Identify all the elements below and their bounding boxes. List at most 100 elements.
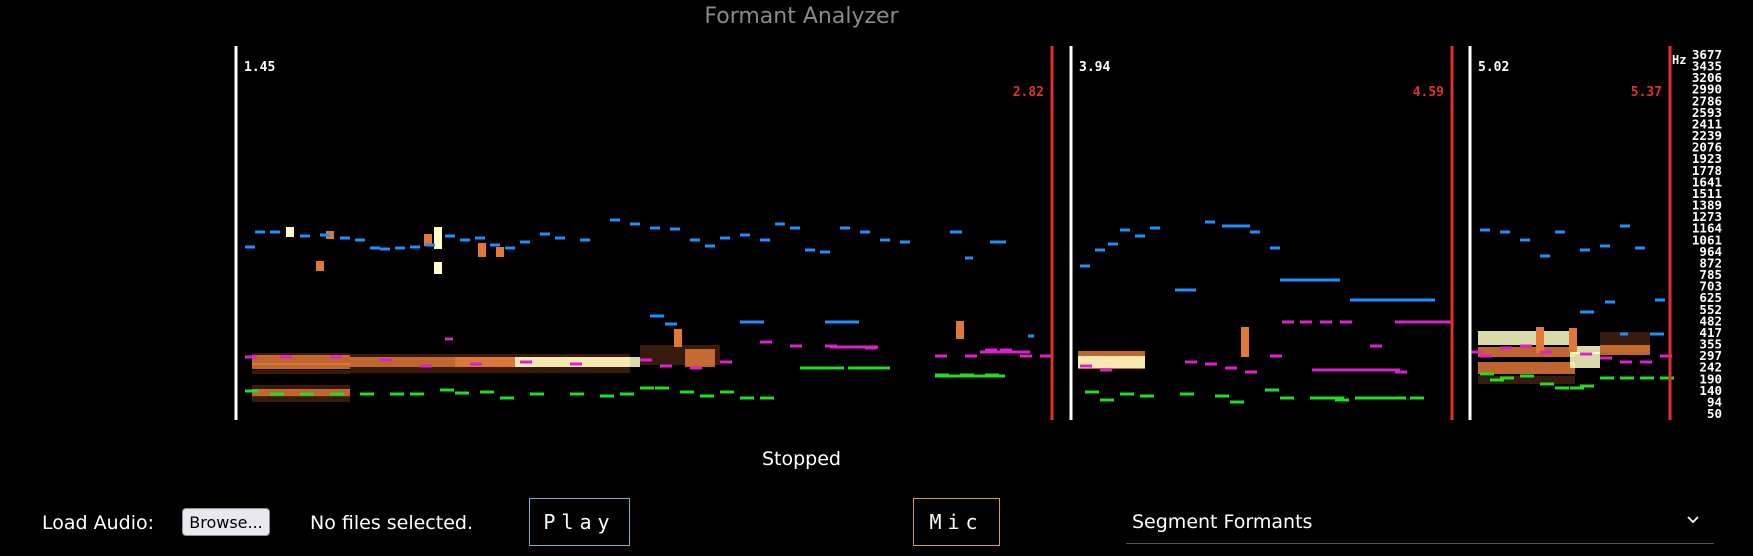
formant-f1-point [1230,400,1244,404]
formant-f3-point [1650,332,1664,336]
energy-column [674,329,682,347]
formant-f2-point [1600,356,1612,360]
formant-f2-point [1640,360,1652,364]
formant-f1-point [720,390,734,394]
formant-f1-point [1410,396,1424,400]
formant-f2-point [1185,360,1197,364]
formant-f3-point [1620,332,1628,336]
formant-f3-point [255,230,265,234]
formant-f2-point [1470,350,1482,354]
formant-f2-point [965,354,977,358]
formant-f3-point [1425,298,1435,302]
formant-f3-point [1520,238,1530,242]
formant-f3-point [1178,288,1196,292]
formant-f1-point [1140,394,1154,398]
formant-f3-point [690,238,700,242]
formant-f1-point [740,396,754,400]
formant-f1-point [1085,390,1099,394]
formant-f3-point [355,238,365,242]
formant-f1-point [1620,376,1634,380]
formant-f2-point [1500,346,1512,350]
formant-f3-point [630,222,640,226]
formant-f3-point [1605,300,1615,304]
formant-f2-point [1225,366,1237,370]
formant-f1-point [1640,376,1654,380]
mic-button[interactable]: Mic [913,498,1000,546]
energy-column [478,243,486,257]
formant-f1-point [1215,394,1229,398]
formant-f2-point [1270,354,1282,358]
formant-f2-point [1100,368,1112,372]
formant-f3-point [490,243,500,247]
formant-f3-point [950,230,962,234]
formant-f2-point [1540,350,1552,354]
formant-f1-point [760,396,774,400]
segment-end-label: 4.59 [1413,85,1444,100]
formant-f1-point [620,392,634,396]
formant-f1-point [245,389,259,393]
formant-f3-point [1150,226,1160,230]
formant-f2-point [660,364,672,368]
formant-f3-point [1135,234,1145,238]
file-status-text: No files selected. [310,512,473,534]
formant-f1-point [1500,376,1514,380]
formant-f2-point [1245,370,1257,374]
formant-f1-point [848,366,890,370]
formant-f2-point [790,344,802,348]
formant-f1-point [1600,376,1614,380]
formant-f2-point [1580,352,1592,356]
formant-f3-point [825,320,859,324]
formant-f3-point [460,238,470,242]
formant-f2-point [935,354,947,358]
formant-f1-point [1355,396,1383,400]
formant-f1-point [600,394,614,398]
formant-f1-point [570,392,584,396]
formant-f3-point [1620,224,1630,228]
formant-f3-point [1555,230,1565,234]
formant-f2-point [980,350,1030,354]
formant-f3-point [650,314,664,318]
formant-f2-point [640,358,652,362]
formant-f3-point [520,240,530,244]
formant-f1-point [800,366,844,370]
formant-f3-point [705,244,715,248]
chevron-down-icon [1687,516,1699,524]
formant-f1-point [1180,392,1194,396]
browse-button[interactable]: Browse... [182,508,270,536]
freq-tick-label: 50 [1707,406,1722,421]
formant-f3-point [505,246,515,250]
energy-column [1536,327,1544,353]
play-button[interactable]: Play [529,498,630,546]
formant-f1-point [700,394,714,398]
formant-f3-point [1222,224,1250,228]
formant-f1-point [1480,372,1494,376]
formant-f2-point [1520,344,1532,348]
formant-f2-point [1370,344,1382,348]
energy-band [1600,345,1650,355]
formant-f1-point [330,392,344,396]
formant-f2-point [1395,320,1453,324]
formant-f3-point [665,322,677,326]
formant-f3-point [900,240,910,244]
mode-select[interactable]: Segment Formants [1126,500,1714,544]
formant-f2-point [245,355,257,359]
formant-f3-point [965,256,973,260]
playback-status: Stopped [761,448,841,470]
energy-column [496,247,504,257]
formant-f3-point [1120,228,1130,232]
formant-f1-point [300,392,314,396]
formant-f3-point [650,226,660,230]
formant-f2-point [520,360,532,364]
freq-unit-label: Hz [1672,53,1686,67]
formant-f1-point [1555,386,1569,390]
energy-column [316,261,324,271]
formant-f3-point [1580,310,1594,314]
formant-f3-point [475,236,485,240]
formant-f3-point [395,246,405,250]
formant-f1-point [1380,396,1406,400]
spectrogram-canvas: 1.452.823.944.595.025.37Hz 36773435320629… [234,46,1722,421]
formant-f3-point [1480,228,1490,232]
energy-column [434,227,442,249]
formant-f3-point [1270,246,1280,250]
formant-f2-point [1480,354,1492,358]
